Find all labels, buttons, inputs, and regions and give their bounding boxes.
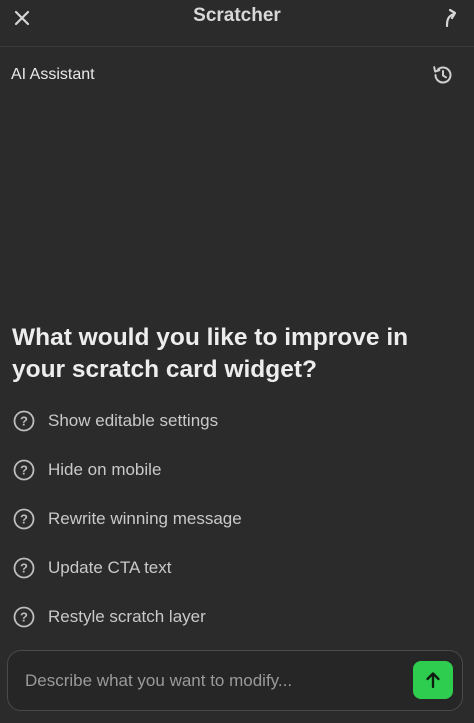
send-button[interactable] xyxy=(413,661,453,699)
suggestion-item[interactable]: ? Update CTA text xyxy=(12,543,462,592)
panel-label: AI Assistant xyxy=(11,66,95,83)
app-title: Scratcher xyxy=(193,5,281,26)
message-composer xyxy=(7,650,463,711)
suggestion-label: Update CTA text xyxy=(48,557,172,577)
question-circle-icon: ? xyxy=(12,409,36,433)
question-circle-icon: ? xyxy=(12,458,36,482)
top-bar: Scratcher xyxy=(0,0,474,47)
question-circle-icon: ? xyxy=(12,556,36,580)
suggestion-label: Restyle scratch layer xyxy=(48,606,206,626)
prompt-heading: What would you like to improve in your s… xyxy=(12,324,409,383)
svg-text:?: ? xyxy=(20,462,28,477)
svg-text:?: ? xyxy=(20,609,28,624)
suggestion-label: Hide on mobile xyxy=(48,459,162,479)
question-circle-icon: ? xyxy=(12,605,36,629)
svg-text:?: ? xyxy=(20,413,28,428)
share-button[interactable] xyxy=(438,4,464,30)
suggestion-item[interactable]: ? Rewrite winning message xyxy=(12,494,462,543)
suggestion-item[interactable]: ? Show editable settings xyxy=(12,396,462,445)
svg-text:?: ? xyxy=(20,511,28,526)
history-button[interactable] xyxy=(430,62,456,88)
history-icon xyxy=(433,66,452,84)
suggestion-label: Rewrite winning message xyxy=(48,508,242,528)
share-arrow-icon xyxy=(445,8,457,27)
arrow-up-icon xyxy=(426,672,440,689)
assistant-panel-header: AI Assistant xyxy=(0,48,474,102)
question-circle-icon: ? xyxy=(12,507,36,531)
suggestion-item[interactable]: ? Hide on mobile xyxy=(12,445,462,494)
svg-text:?: ? xyxy=(20,560,28,575)
suggestion-label: Show editable settings xyxy=(48,410,219,430)
modify-request-input[interactable] xyxy=(23,665,397,697)
suggestion-item[interactable]: ? Restyle scratch layer xyxy=(12,592,462,641)
suggestion-list: ? Show editable settings ? Hide on mobil… xyxy=(12,396,462,641)
